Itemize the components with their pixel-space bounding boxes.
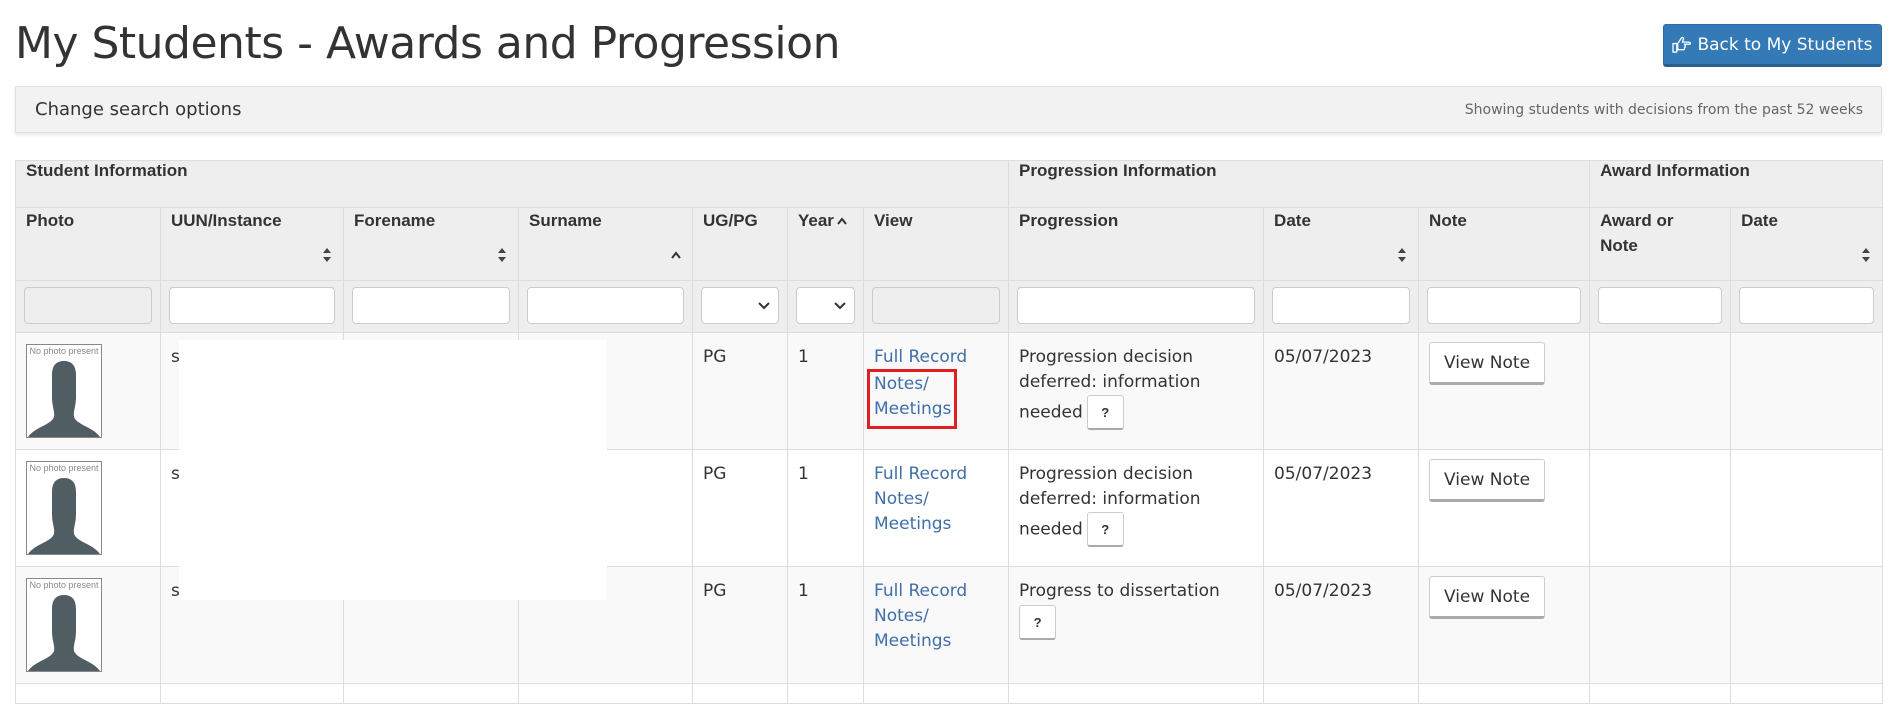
sort-ascending-icon[interactable] (670, 246, 682, 264)
view-note-button[interactable]: View Note (1429, 342, 1546, 385)
award-value (1589, 449, 1732, 567)
progression-date-value: 05/07/2023 (1263, 332, 1420, 450)
column-group-row: Student Information Progression Informat… (14, 160, 1884, 208)
ug-pg-value: PG (692, 566, 788, 684)
full-record-link[interactable]: Full Record (874, 462, 998, 487)
filter-row (15, 280, 1884, 333)
column-header-uun[interactable]: UUN/Instance (160, 207, 344, 281)
uun-filter-input[interactable] (169, 287, 335, 324)
chevron-down-icon (834, 302, 846, 310)
award-value (1589, 332, 1732, 450)
student-photo-placeholder: No photo present (26, 578, 102, 672)
column-header-ug-pg: UG/PG (692, 207, 788, 281)
sort-both-icon[interactable] (321, 246, 333, 264)
back-to-my-students-button[interactable]: Back to My Students (1663, 24, 1882, 67)
search-options-panel: Change search options Showing students w… (15, 86, 1882, 133)
column-header-progression: Progression (1008, 207, 1265, 281)
award-date-value (1730, 449, 1884, 567)
column-header-photo: Photo (15, 207, 161, 281)
full-record-link[interactable]: Full Record (874, 579, 998, 604)
column-header-note: Note (1418, 207, 1591, 281)
progression-filter-input[interactable] (1017, 287, 1256, 324)
change-search-options-toggle[interactable]: Change search options (35, 99, 241, 120)
award-date-filter-input[interactable] (1739, 287, 1875, 324)
column-header-row: Photo UUN/Instance Forename Surname UG/P… (15, 207, 1884, 281)
page-title: My Students - Awards and Progression (15, 18, 840, 69)
progression-help-button[interactable]: ? (1019, 605, 1057, 640)
highlighted-annotation-box: Notes/ Meetings (867, 369, 957, 429)
award-filter-input[interactable] (1598, 287, 1723, 324)
progression-date-filter-input[interactable] (1272, 287, 1411, 324)
group-progression-information: Progression Information (1008, 160, 1591, 208)
forename-filter-input[interactable] (352, 287, 510, 324)
back-button-label: Back to My Students (1697, 34, 1873, 55)
column-header-award: Award or Note (1589, 207, 1732, 281)
progression-value: Progress to dissertation (1019, 581, 1220, 601)
view-filter-disabled (872, 287, 1001, 324)
search-status-text: Showing students with decisions from the… (1464, 101, 1863, 118)
progression-date-value: 05/07/2023 (1263, 566, 1420, 684)
ug-pg-filter-select[interactable] (701, 287, 779, 324)
year-value: 1 (787, 449, 864, 567)
sort-both-icon[interactable] (496, 246, 508, 264)
view-note-button[interactable]: View Note (1429, 459, 1546, 502)
year-value: 1 (787, 566, 864, 684)
hand-pointing-right-icon (1672, 36, 1692, 53)
redacted-region (179, 340, 607, 600)
year-filter-select[interactable] (796, 287, 855, 324)
group-award-information: Award Information (1589, 160, 1884, 208)
column-header-progression-date[interactable]: Date (1263, 207, 1420, 281)
award-date-value (1730, 566, 1884, 684)
column-header-award-date[interactable]: Date (1730, 207, 1884, 281)
person-silhouette-icon (28, 595, 100, 671)
progression-date-value: 05/07/2023 (1263, 449, 1420, 567)
group-student-information: Student Information (14, 160, 1010, 208)
progression-help-button[interactable]: ? (1086, 512, 1124, 547)
notes-meetings-link[interactable]: Notes/ Meetings (874, 487, 951, 537)
year-value: 1 (787, 332, 864, 450)
column-header-view: View (862, 207, 1010, 281)
column-header-forename[interactable]: Forename (343, 207, 519, 281)
notes-meetings-link[interactable]: Notes/ Meetings (874, 372, 951, 422)
table-row-partial (15, 683, 1884, 704)
person-silhouette-icon (28, 361, 100, 437)
notes-meetings-link[interactable]: Notes/ Meetings (874, 604, 951, 654)
full-record-link[interactable]: Full Record (874, 345, 998, 370)
person-silhouette-icon (28, 478, 100, 554)
chevron-down-icon (758, 302, 770, 310)
sort-both-icon[interactable] (1396, 246, 1408, 264)
ug-pg-value: PG (692, 332, 788, 450)
progression-help-button[interactable]: ? (1086, 395, 1124, 430)
sort-both-icon[interactable] (1860, 246, 1872, 264)
student-photo-placeholder: No photo present (26, 344, 102, 438)
sort-ascending-icon[interactable] (836, 216, 848, 228)
column-header-surname[interactable]: Surname (518, 207, 693, 281)
surname-filter-input[interactable] (527, 287, 684, 324)
ug-pg-value: PG (692, 449, 788, 567)
view-note-button[interactable]: View Note (1429, 576, 1546, 619)
student-photo-placeholder: No photo present (26, 461, 102, 555)
award-date-value (1730, 332, 1884, 450)
column-header-year[interactable]: Year (787, 207, 864, 281)
award-value (1589, 566, 1732, 684)
note-filter-input[interactable] (1427, 287, 1582, 324)
photo-filter-disabled (24, 287, 152, 324)
